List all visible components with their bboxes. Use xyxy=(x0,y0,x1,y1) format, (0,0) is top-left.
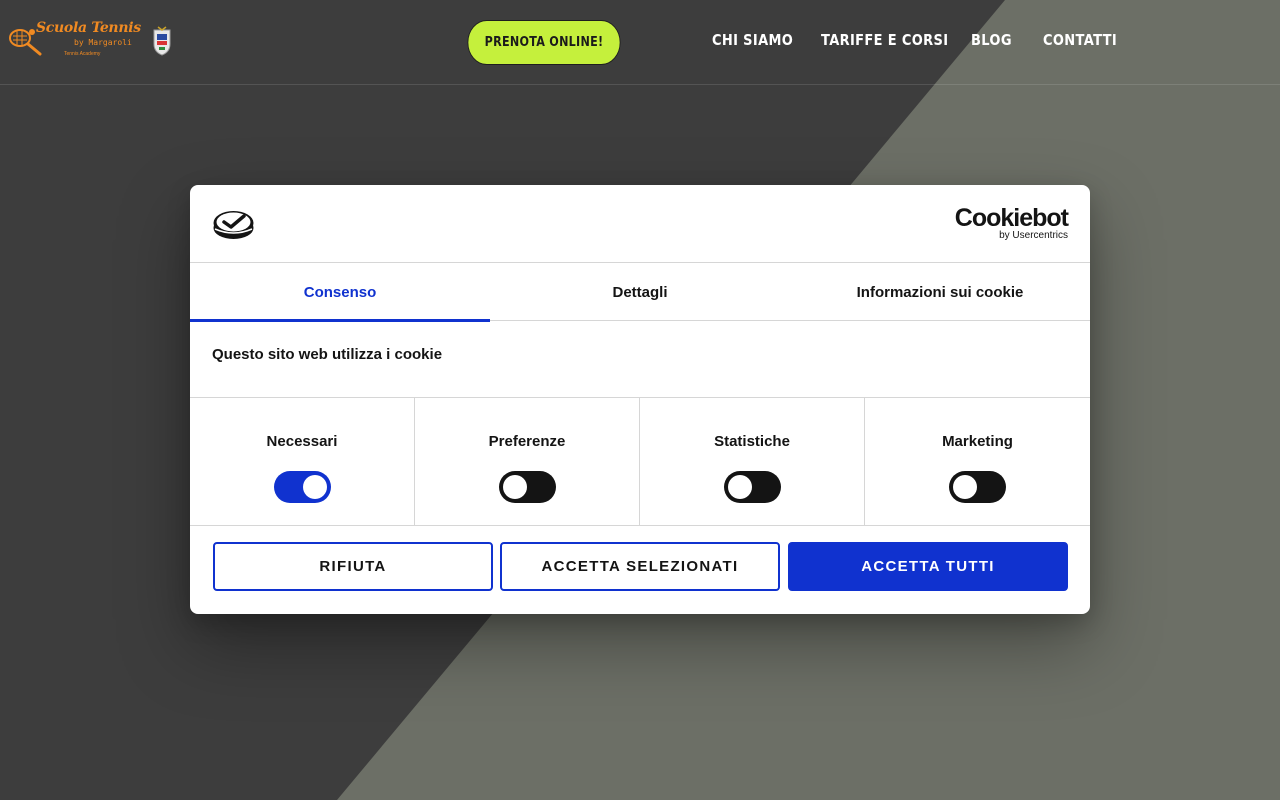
consent-intro-title: Questo sito web utilizza i cookie xyxy=(212,346,443,363)
cookie-consent-dialog: Cookiebot by Usercentrics Consenso Detta… xyxy=(190,185,1090,614)
toggle-necessari[interactable] xyxy=(274,471,331,503)
toggle-knob xyxy=(303,475,327,499)
reject-button[interactable]: RIFIUTA xyxy=(213,542,493,591)
toggle-statistiche[interactable] xyxy=(724,471,781,503)
cookiebot-check-icon xyxy=(213,211,254,239)
category-marketing: Marketing xyxy=(865,398,1090,526)
category-necessari: Necessari xyxy=(190,398,415,526)
consent-tabs: Consenso Dettagli Informazioni sui cooki… xyxy=(190,263,1090,322)
logo-tagline: Tennis Academy xyxy=(64,51,101,57)
nav-link-tariffe-e-corsi[interactable]: TARIFFE E CORSI xyxy=(821,31,948,53)
cookiebot-brand[interactable]: Cookiebot by Usercentrics xyxy=(954,204,1069,241)
category-label: Marketing xyxy=(942,433,1013,450)
category-label: Preferenze xyxy=(488,433,566,450)
nav-link-blog[interactable]: BLOG xyxy=(971,31,1012,53)
toggle-knob xyxy=(728,475,752,499)
toggle-marketing[interactable] xyxy=(949,471,1006,503)
book-online-button[interactable]: PRENOTA ONLINE! xyxy=(467,20,621,65)
nav-link-contatti[interactable]: CONTATTI xyxy=(1043,31,1117,53)
tab-consenso[interactable]: Consenso xyxy=(190,263,490,322)
crest-icon xyxy=(153,26,171,56)
accept-selected-button[interactable]: ACCETTA SELEZIONATI xyxy=(500,542,780,591)
toggle-knob xyxy=(503,475,527,499)
cookiebot-brand-byline: by Usercentrics xyxy=(999,230,1068,241)
toggle-preferenze[interactable] xyxy=(499,471,556,503)
dialog-header: Cookiebot by Usercentrics xyxy=(190,185,1090,263)
site-header: Scuola Tennis by Margaroli Tennis Academ… xyxy=(0,0,1280,85)
logo-byline: by Margaroli xyxy=(74,38,132,47)
category-statistiche: Statistiche xyxy=(640,398,865,526)
cookiebot-brand-name: Cookiebot xyxy=(954,204,1069,232)
nav-link-chi-siamo[interactable]: CHI SIAMO xyxy=(712,31,793,53)
cookie-categories: Necessari Preferenze Statistiche Marketi… xyxy=(190,397,1090,526)
category-label: Statistiche xyxy=(714,433,790,450)
category-label: Necessari xyxy=(266,433,338,450)
toggle-knob xyxy=(953,475,977,499)
site-logo[interactable]: Scuola Tennis by Margaroli Tennis Academ… xyxy=(8,18,141,64)
tab-informazioni-sui-cookie[interactable]: Informazioni sui cookie xyxy=(790,263,1090,321)
tab-dettagli[interactable]: Dettagli xyxy=(490,263,790,321)
category-preferenze: Preferenze xyxy=(415,398,640,526)
logo-title: Scuola Tennis xyxy=(36,20,141,36)
accept-all-button[interactable]: ACCETTA TUTTI xyxy=(788,542,1068,591)
